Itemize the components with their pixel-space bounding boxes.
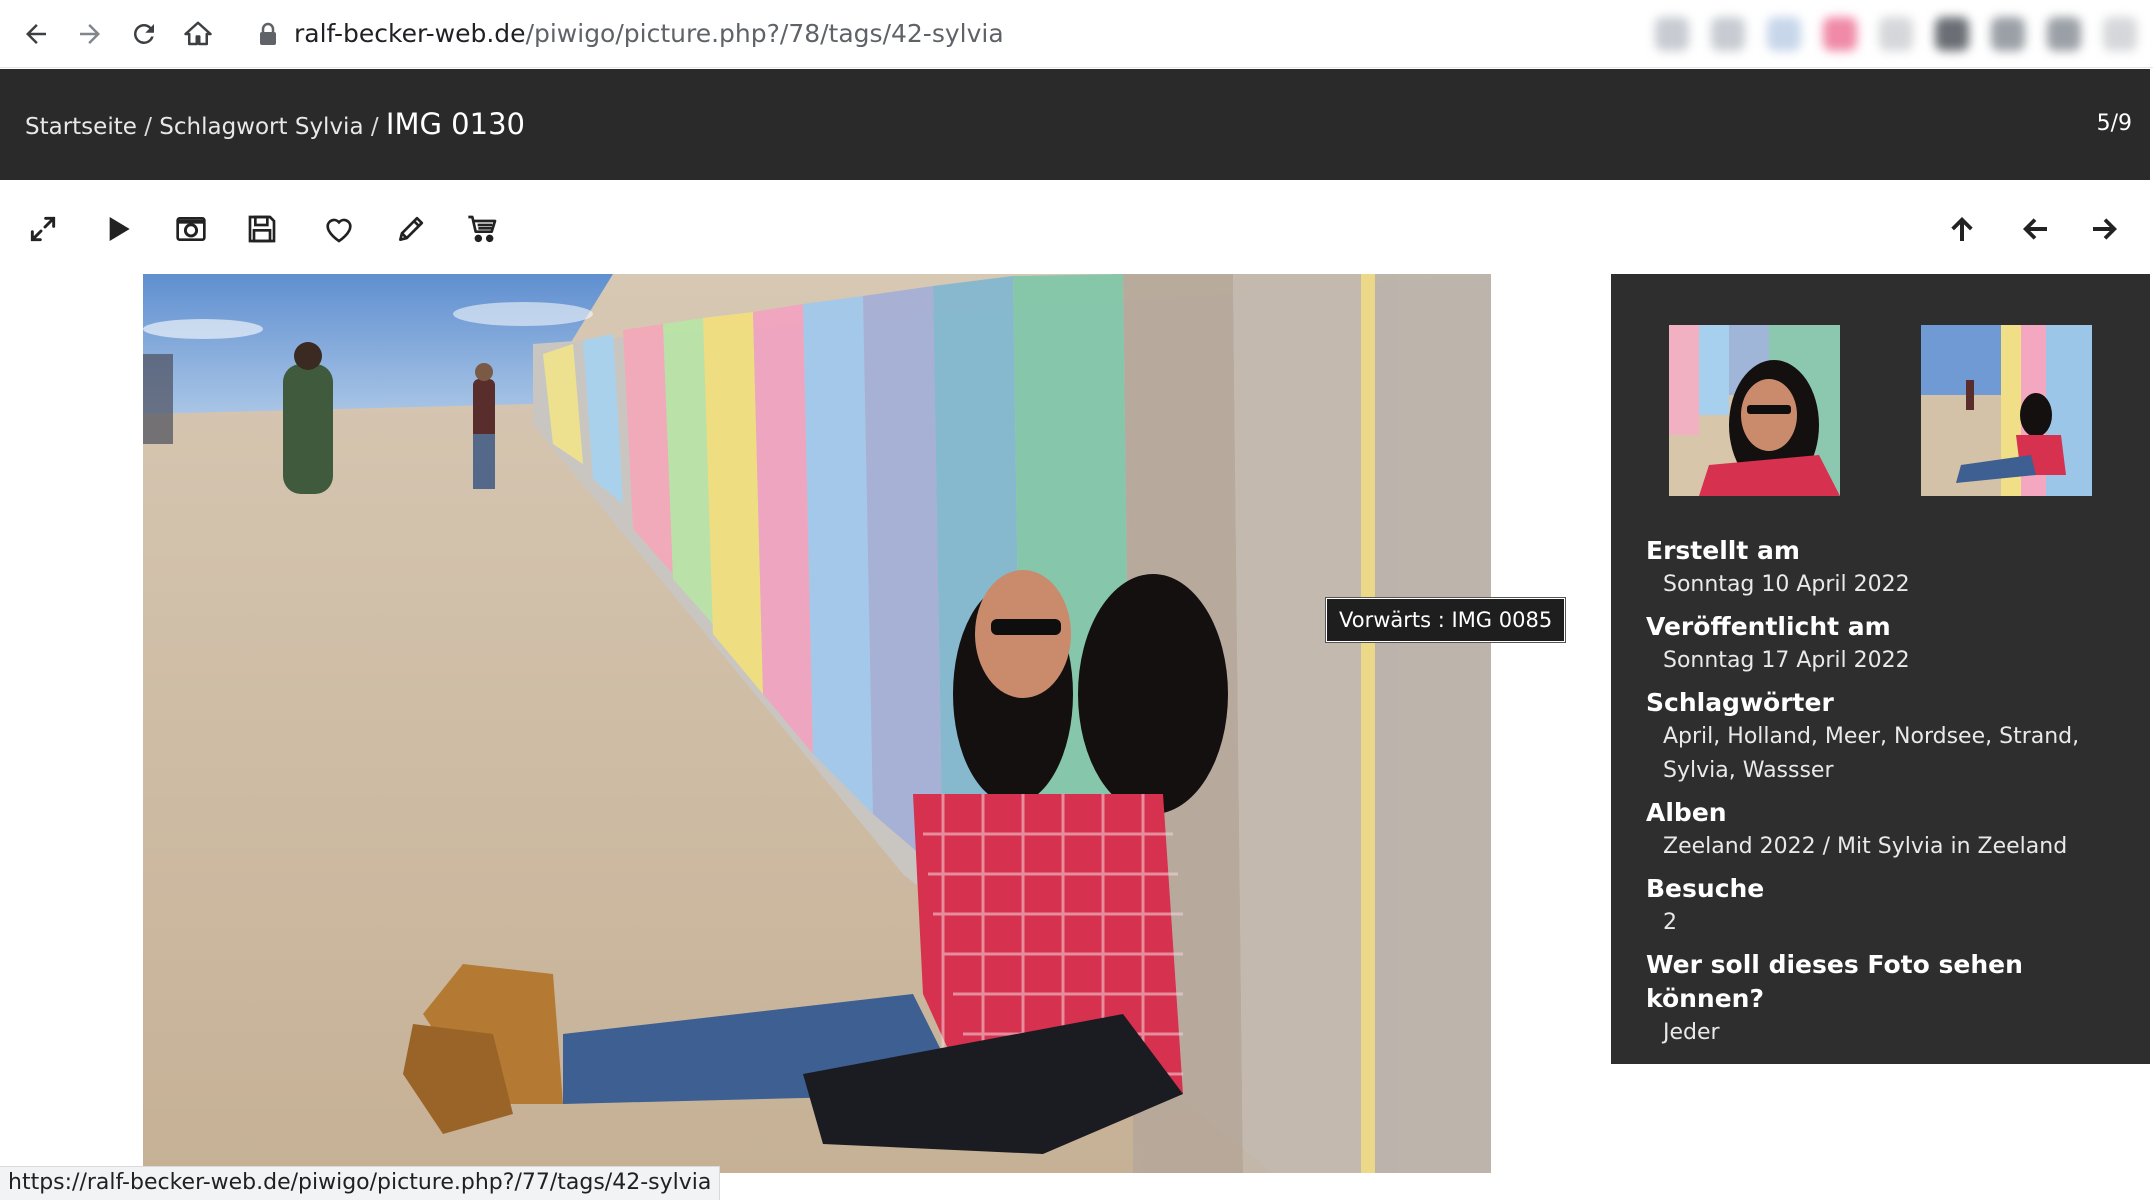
back-icon[interactable]: [14, 12, 58, 56]
tag-link[interactable]: Sylvia: [1663, 758, 1729, 783]
lock-icon[interactable]: [258, 21, 278, 47]
cart-icon[interactable]: [462, 208, 504, 250]
posted-value[interactable]: Sonntag 17 April 2022: [1646, 644, 2136, 678]
address-bar[interactable]: ralf-becker-web.de/piwigo/picture.php?/7…: [294, 16, 1004, 52]
breadcrumb-home-link[interactable]: Startseite: [25, 114, 137, 140]
visits-label: Besuche: [1646, 874, 1765, 903]
slideshow-play-icon[interactable]: [98, 208, 140, 250]
tags-label: Schlagwörter: [1646, 688, 1834, 717]
thumbnail-previous[interactable]: [1669, 325, 1840, 496]
browser-toolbar: ralf-becker-web.de/piwigo/picture.php?/7…: [0, 0, 2153, 68]
info-panel: Erstellt am Sonntag 10 April 2022 Veröff…: [1611, 274, 2150, 1064]
albums-label: Alben: [1646, 798, 1727, 827]
main-photo[interactable]: [143, 274, 1491, 1173]
breadcrumb-separator: /: [144, 114, 152, 140]
album-child-link[interactable]: Mit Sylvia in Zeeland: [1837, 834, 2067, 859]
albums-path: Zeeland 2022 / Mit Sylvia in Zeeland: [1646, 830, 2136, 864]
forward-icon[interactable]: [68, 12, 112, 56]
extension-icon[interactable]: [1767, 17, 1801, 51]
thumbnail-next[interactable]: [1921, 325, 2092, 496]
image-counter: 5/9: [2096, 111, 2132, 136]
url-path: /piwigo/picture.php?/78/tags/42-sylvia: [525, 19, 1004, 48]
link-status-bar: https://ralf-becker-web.de/piwigo/pictur…: [0, 1166, 721, 1200]
reload-icon[interactable]: [122, 12, 166, 56]
tags-list: April, Holland, Meer, Nordsee, Strand, S…: [1663, 724, 2080, 783]
gallery-header: Startseite / Schlagwort Sylvia / IMG 013…: [0, 69, 2150, 180]
privacy-label: Wer soll dieses Foto sehen können?: [1646, 950, 2023, 1013]
next-arrow-icon[interactable]: [2084, 208, 2126, 250]
extension-icon[interactable]: [1711, 17, 1745, 51]
posted-label: Veröffentlicht am: [1646, 612, 1891, 641]
fullscreen-icon[interactable]: [22, 208, 64, 250]
breadcrumb-separator: /: [370, 114, 379, 140]
tag-link[interactable]: Holland: [1727, 724, 1811, 749]
created-label: Erstellt am: [1646, 536, 1800, 565]
thumbnails-up-arrow-icon[interactable]: [1941, 208, 1983, 250]
tag-link[interactable]: Nordsee: [1894, 724, 1985, 749]
created-value[interactable]: Sonntag 10 April 2022: [1646, 568, 2136, 602]
tag-link[interactable]: Strand: [1999, 724, 2072, 749]
page-title: IMG 0130: [385, 107, 525, 141]
visits-value: 2: [1663, 910, 1677, 935]
extension-icon[interactable]: [1823, 17, 1857, 51]
extension-icon[interactable]: [1879, 17, 1913, 51]
extension-icon[interactable]: [1935, 17, 1969, 51]
extension-icon[interactable]: [2047, 17, 2081, 51]
url-host: ralf-becker-web.de: [294, 19, 526, 48]
privacy-value: Jeder: [1663, 1020, 1720, 1045]
breadcrumb: Startseite / Schlagwort Sylvia / IMG 013…: [25, 105, 525, 146]
edit-pencil-icon[interactable]: [390, 208, 432, 250]
favorite-heart-icon[interactable]: [318, 208, 360, 250]
extension-icon[interactable]: [1991, 17, 2025, 51]
download-save-icon[interactable]: [241, 208, 283, 250]
breadcrumb-tag-link[interactable]: Schlagwort Sylvia: [159, 114, 363, 140]
tag-link[interactable]: Meer: [1825, 724, 1880, 749]
tag-link[interactable]: April: [1663, 724, 1713, 749]
album-parent-link[interactable]: Zeeland 2022: [1663, 834, 1816, 859]
image-info-list: Erstellt am Sonntag 10 April 2022 Veröff…: [1646, 534, 2136, 1058]
metadata-camera-icon[interactable]: [170, 208, 212, 250]
extension-icons: [1655, 14, 2145, 54]
next-image-tooltip: Vorwärts : IMG 0085: [1326, 598, 1566, 642]
extension-icon[interactable]: [1655, 17, 1689, 51]
extension-icon[interactable]: [2103, 17, 2137, 51]
home-icon[interactable]: [176, 12, 220, 56]
album-separator: /: [1822, 834, 1831, 859]
tag-link[interactable]: Wassser: [1743, 758, 1834, 783]
previous-arrow-icon[interactable]: [2014, 208, 2056, 250]
